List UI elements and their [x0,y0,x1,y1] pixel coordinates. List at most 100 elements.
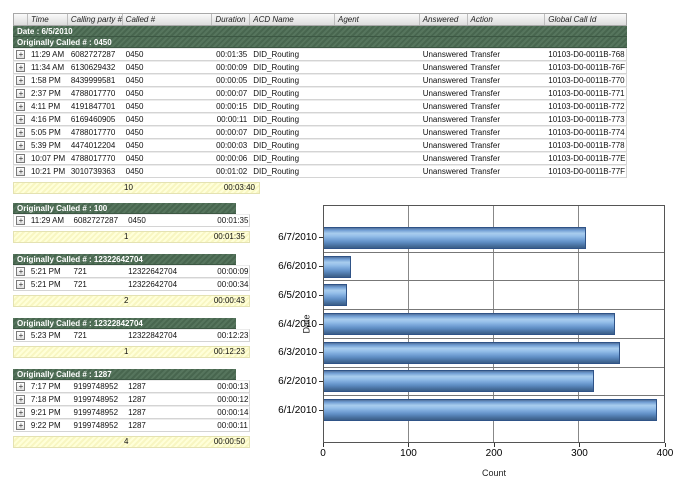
cell-duration: 00:00:12 [214,394,249,405]
cell-duration: 00:00:14 [214,407,249,418]
table-row[interactable]: +1:58 PM8439999581045000:00:05DID_Routin… [13,74,627,87]
col-header-action[interactable]: Action [468,14,546,25]
expand-icon[interactable]: + [16,115,25,124]
expander-cell: + [14,394,28,405]
expand-icon[interactable]: + [16,408,25,417]
expand-icon[interactable]: + [16,141,25,150]
cell-acd: DID_Routing [250,62,335,73]
expand-icon[interactable]: + [16,395,25,404]
summary-count: 1 [124,232,128,242]
summary-count: 10 [124,183,133,193]
col-header-time[interactable]: Time [28,14,68,25]
table-row[interactable]: +5:05 PM4788017770045000:00:07DID_Routin… [13,126,627,139]
table-row[interactable]: +5:21 PM7211232264270400:00:34 [13,278,250,291]
col-header-global-call-id[interactable]: Global Call Id [545,14,626,25]
cell-time: 4:11 PM [28,101,68,112]
cell-agent [335,127,420,138]
summary-count: 4 [124,437,128,447]
table-row[interactable]: +9:22 PM9199748952128700:00:11 [13,419,250,432]
table-row[interactable]: +5:23 PM7211232284270400:12:23 [13,329,250,342]
expand-icon[interactable]: + [16,216,25,225]
calls-by-date-chart: Date 6/7/20106/6/20106/5/20106/4/20106/3… [270,195,676,485]
cell-action: Transfer [468,88,546,99]
expand-icon[interactable]: + [16,102,25,111]
chart-band [324,367,664,396]
table-row[interactable]: +2:37 PM4788017770045000:00:07DID_Routin… [13,87,627,100]
expand-icon[interactable]: + [16,63,25,72]
table-row[interactable]: +5:21 PM7211232264270400:00:09 [13,265,250,278]
expand-icon[interactable]: + [16,154,25,163]
expander-cell: + [14,407,28,418]
y-tick-label: 6/2/2010 [270,367,323,396]
table-row[interactable]: +10:21 PM3010739363045000:01:02DID_Routi… [13,165,627,178]
cell-calling: 4788017770 [68,88,123,99]
cell-agent [335,62,420,73]
cell-duration: 00:00:06 [212,153,250,164]
col-header-answered[interactable]: Answered [420,14,468,25]
call-group-section: Originally Called # : 12322842704+5:23 P… [13,318,250,358]
cell-action: Transfer [468,75,546,86]
expander-cell: + [14,266,28,277]
expand-icon[interactable]: + [16,128,25,137]
expand-icon[interactable]: + [16,280,25,289]
cell-global_id: 10103-D0-0011B-770 [545,75,626,86]
expander-cell: + [14,140,28,151]
cell-duration: 00:01:35 [212,49,250,60]
cell-duration: 00:00:03 [212,140,250,151]
expand-icon[interactable]: + [16,267,25,276]
cell-called: 1287 [125,394,214,405]
table-row[interactable]: +7:17 PM9199748952128700:00:13 [13,380,250,393]
table-row[interactable]: +5:39 PM4474012204045000:00:03DID_Routin… [13,139,627,152]
cell-time: 9:21 PM [28,407,71,418]
expand-icon[interactable]: + [16,331,25,340]
expand-icon[interactable]: + [16,89,25,98]
cell-duration: 00:00:13 [214,381,249,392]
expand-icon[interactable]: + [16,50,25,59]
cell-calling: 9199748952 [71,407,126,418]
table-row[interactable]: +4:11 PM4191847701045000:00:15DID_Routin… [13,100,627,113]
table-row[interactable]: +4:16 PM6169460905045000:00:11DID_Routin… [13,113,627,126]
cell-calling: 3010739363 [68,166,123,177]
expand-icon[interactable]: + [16,167,25,176]
col-header-called-[interactable]: Called # [123,14,213,25]
cell-called: 0450 [123,75,213,86]
summary-duration: 00:00:50 [214,437,245,447]
call-group-section: Originally Called # : 100+11:29 AM608272… [13,203,250,243]
table-row[interactable]: +10:07 PM4788017770045000:00:06DID_Routi… [13,152,627,165]
expand-icon[interactable]: + [16,382,25,391]
cell-duration: 00:00:11 [214,420,249,431]
x-tick-mark [665,443,666,447]
cell-action: Transfer [468,101,546,112]
cell-time: 9:22 PM [28,420,71,431]
x-axis-title: Count [323,468,665,478]
group-header: Originally Called # : 1287 [13,369,236,380]
cell-time: 5:21 PM [28,279,71,290]
cell-calling: 4788017770 [68,127,123,138]
y-tick-label: 6/4/2010 [270,310,323,339]
expand-icon[interactable]: + [16,76,25,85]
cell-time: 4:16 PM [28,114,68,125]
table-row[interactable]: +7:18 PM9199748952128700:00:12 [13,393,250,406]
expander-cell: + [14,420,28,431]
chart-bar [324,313,615,335]
cell-global_id: 10103-D0-0011B-773 [545,114,626,125]
y-tick-label: 6/1/2010 [270,396,323,425]
col-header-calling-party-[interactable]: Calling party # [68,14,123,25]
cell-time: 1:58 PM [28,75,68,86]
cell-global_id: 10103-D0-0011B-77F [545,166,626,177]
col-header-agent[interactable]: Agent [335,14,420,25]
col-header-duration[interactable]: Duration [212,14,250,25]
expander-cell: + [14,49,28,60]
expander-cell: + [14,330,28,341]
col-header-acd-name[interactable]: ACD Name [250,14,335,25]
expand-icon[interactable]: + [16,421,25,430]
cell-calling: 6082727287 [68,49,123,60]
table-row[interactable]: +11:34 AM6130629432045000:00:09DID_Routi… [13,61,627,74]
table-row[interactable]: +11:29 AM6082727287045000:01:35 [13,214,250,227]
cell-action: Transfer [468,153,546,164]
cell-calling: 4788017770 [68,153,123,164]
table-row[interactable]: +11:29 AM6082727287045000:01:35DID_Routi… [13,48,627,61]
cell-answered: Unanswered [420,75,468,86]
table-row[interactable]: +9:21 PM9199748952128700:00:14 [13,406,250,419]
expander-cell: + [14,101,28,112]
